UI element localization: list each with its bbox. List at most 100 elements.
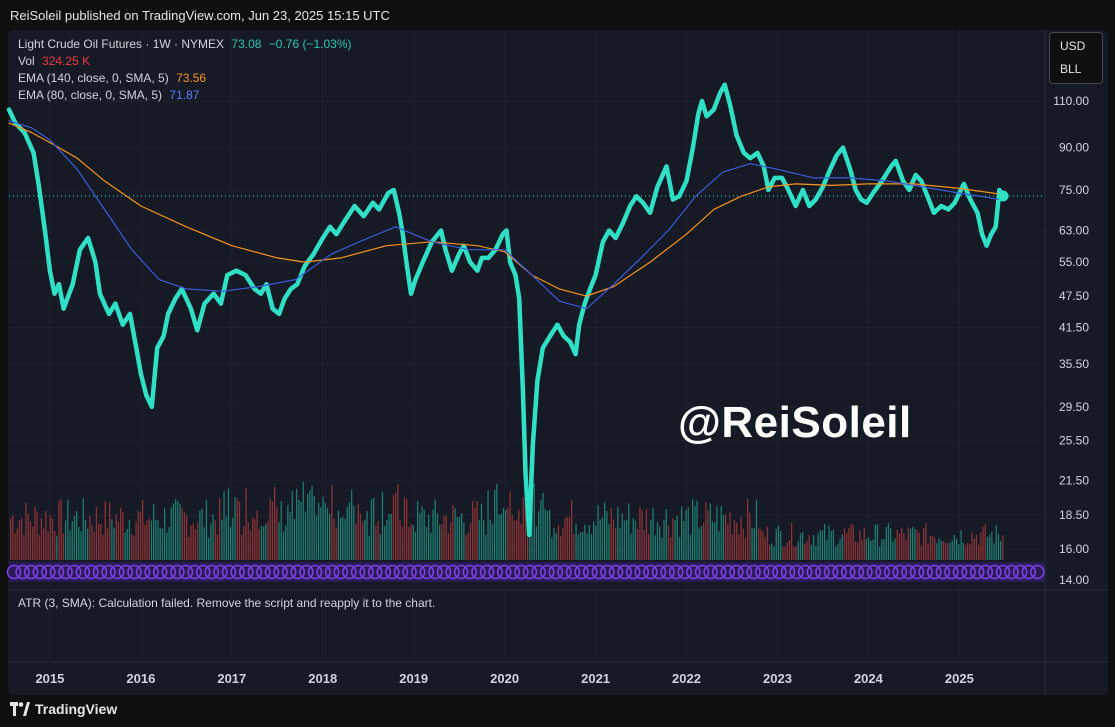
volume-bar (905, 539, 907, 560)
volume-bar (901, 527, 903, 560)
volume-bar (973, 538, 975, 560)
volume-bar (293, 518, 296, 560)
volume-bar (978, 544, 980, 560)
volume-bar (986, 537, 989, 560)
volume-bar (234, 496, 236, 560)
volume-bar (518, 509, 520, 560)
volume-bar (102, 534, 104, 560)
volume-bar (419, 513, 421, 560)
volume-bar (725, 514, 727, 560)
y-tick-label: 110.00 (1053, 94, 1089, 108)
volume-bar (324, 502, 326, 560)
x-tick-label: 2022 (672, 671, 701, 686)
volume-bar (729, 512, 731, 560)
volume-bar (641, 510, 643, 560)
volume-bar (848, 528, 850, 560)
volume-bar (670, 536, 672, 560)
y-tick-label: 47.50 (1059, 289, 1089, 303)
volume-bar (839, 538, 841, 560)
volume-bar (991, 531, 993, 560)
volume-bar (632, 518, 634, 560)
volume-bar (307, 494, 309, 560)
volume-bar (135, 521, 137, 560)
legend-volume-row[interactable]: Vol 324.25 K (18, 53, 352, 70)
volume-bar (144, 525, 146, 560)
volume-bar (463, 522, 465, 560)
volume-bar (304, 511, 307, 560)
volume-bar (568, 516, 571, 560)
volume-bar (62, 533, 65, 560)
volume-bar (146, 520, 148, 560)
volume-bar (672, 518, 674, 560)
volume-bar (760, 529, 762, 560)
volume-bar (390, 513, 392, 560)
volume-bar (711, 521, 714, 560)
volume-bar (432, 509, 434, 560)
currency-unit-button[interactable]: USD BLL (1049, 32, 1103, 84)
volume-value: 324.25 K (42, 54, 91, 68)
volume-bar (223, 491, 225, 560)
legend-ema80-row[interactable]: EMA (80, close, 0, SMA, 5) 71.87 (18, 87, 352, 104)
volume-bar (980, 532, 982, 560)
volume-bar (89, 516, 91, 560)
volume-bar (177, 500, 179, 560)
volume-bar (896, 529, 898, 560)
volume-bar (571, 500, 573, 560)
volume-bar (762, 531, 764, 560)
x-tick-label: 2019 (399, 671, 428, 686)
volume-bar (700, 525, 703, 560)
volume-bar (12, 515, 14, 560)
volume-bar (106, 528, 109, 560)
price-chart[interactable]: 2015 2016 2017 2018 2019 2020 2021 2022 2023 2024… (0, 0, 1115, 727)
volume-bar (628, 503, 630, 560)
volume-bar (494, 489, 496, 560)
volume-bar (716, 506, 718, 560)
volume-bar (150, 520, 153, 560)
volume-bar (139, 512, 142, 560)
volume-bar (707, 510, 709, 560)
volume-bar (606, 511, 608, 560)
volume-bar (40, 518, 43, 560)
volume-bar (443, 515, 445, 560)
volume-bar (584, 524, 586, 560)
volume-bar (692, 499, 694, 560)
ema140-label: EMA (140, close, 0, SMA, 5) (18, 71, 169, 85)
volume-bar (1002, 535, 1004, 560)
volume-bar (452, 504, 454, 560)
volume-bar (832, 529, 835, 560)
volume-bar (549, 509, 551, 560)
volume-bar (122, 511, 124, 560)
volume-bar (544, 509, 546, 560)
volume-bar (170, 507, 172, 560)
volume-bar (335, 527, 337, 560)
volume-bar (76, 511, 78, 560)
volume-bar (474, 507, 476, 560)
volume-bar (634, 521, 637, 560)
legend-symbol-row[interactable]: Light Crude Oil Futures · 1W · NYMEX 73.… (18, 36, 352, 53)
price-line (6, 82, 1006, 538)
volume-bar (340, 517, 342, 560)
volume-bar (208, 537, 210, 560)
volume-bar (230, 526, 232, 560)
volume-bar (161, 528, 164, 560)
y-tick-label: 41.50 (1059, 321, 1089, 335)
volume-bar (348, 502, 351, 560)
volume-bar (797, 541, 799, 560)
volume-bar (540, 499, 542, 560)
volume-label: Vol (18, 54, 35, 68)
x-tick-label: 2020 (490, 671, 519, 686)
volume-bar (480, 503, 483, 560)
volume-bar (505, 510, 507, 560)
volume-bar (870, 540, 872, 560)
x-tick-label: 2016 (126, 671, 155, 686)
volume-bar (98, 523, 100, 560)
volume-bar (967, 542, 969, 560)
volume-bar (175, 499, 177, 560)
volume-bar (225, 516, 227, 560)
volume-bar (14, 533, 16, 560)
volume-bar (124, 532, 126, 560)
legend-ema140-row[interactable]: EMA (140, close, 0, SMA, 5) 73.56 (18, 70, 352, 87)
volume-bar (507, 507, 509, 560)
volume-bar (881, 539, 883, 560)
volume-bar (434, 499, 436, 560)
